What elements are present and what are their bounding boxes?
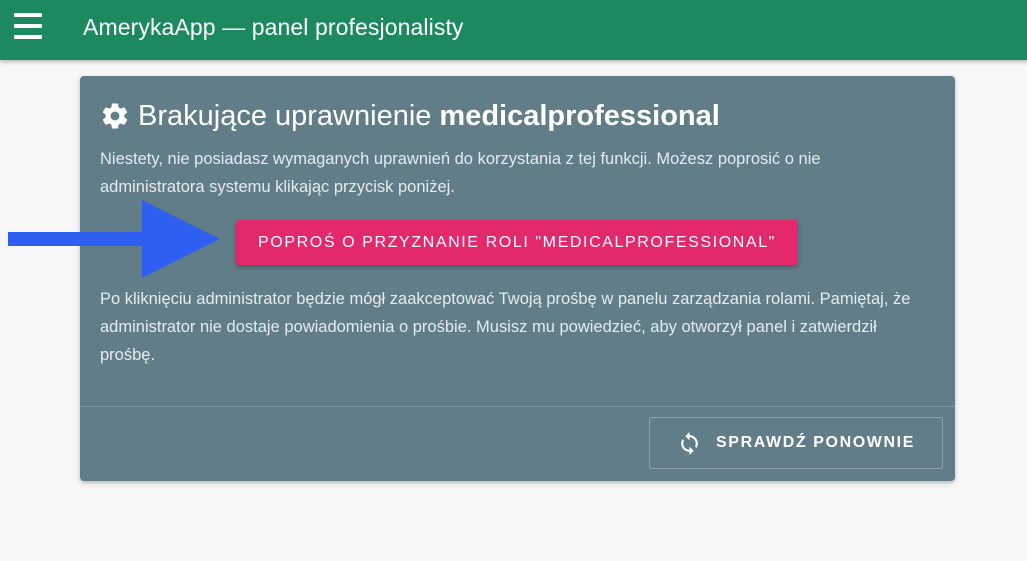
app-title: AmerykaApp — panel profesjonalisty — [83, 14, 464, 40]
missing-permission-card: Brakujące uprawnienie medicalprofessiona… — [80, 76, 955, 481]
card-title: Brakujące uprawnienie medicalprofessiona… — [100, 99, 720, 133]
arrow-right-icon — [8, 200, 220, 278]
gear-icon — [102, 103, 128, 129]
hamburger-menu-icon[interactable] — [14, 13, 42, 39]
card-divider — [80, 406, 955, 407]
app-header: AmerykaApp — panel profesjonalisty — [0, 0, 1027, 60]
card-title-text: Brakujące uprawnienie — [138, 100, 432, 132]
info-text: Po kliknięciu administrator będzie mógł … — [100, 290, 911, 364]
refresh-icon — [681, 431, 698, 455]
card-title-role: medicalprofessional — [439, 100, 720, 132]
intro-text: Niestety, nie posiadasz wymaganych upraw… — [100, 150, 821, 196]
check-again-label: Sprawdź ponownie — [716, 434, 915, 451]
check-again-button[interactable]: Sprawdź ponownie — [649, 417, 943, 469]
request-role-button[interactable]: Poproś o przyznanie roli "medicalprofess… — [236, 220, 798, 265]
